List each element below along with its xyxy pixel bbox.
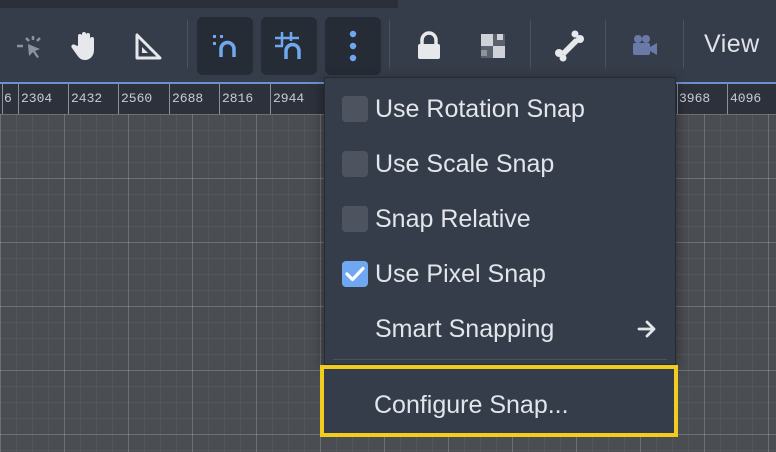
- menu-item-label: Use Rotation Snap: [375, 94, 585, 123]
- list-select-button[interactable]: [0, 17, 56, 75]
- menu-item-use-rotation-snap[interactable]: Use Rotation Snap: [325, 84, 675, 134]
- checkbox[interactable]: [342, 206, 368, 232]
- ruler-tick: [118, 84, 119, 114]
- toolbar: View: [0, 0, 776, 82]
- ruler-tick: [270, 84, 271, 114]
- submenu-arrow-icon: [637, 319, 657, 343]
- ruler-tick: [727, 84, 728, 114]
- ruler-button[interactable]: [120, 17, 176, 75]
- pan-hand-icon: [69, 30, 99, 62]
- bone-icon: [553, 30, 585, 62]
- ruler-label: 2432: [71, 91, 103, 106]
- smart-snap-icon: [210, 31, 240, 61]
- ruler-tick: [18, 84, 19, 114]
- checkbox[interactable]: [342, 96, 368, 122]
- checkbox[interactable]: [342, 151, 368, 177]
- toolbar-separator: [530, 20, 531, 68]
- lock-button[interactable]: [401, 17, 457, 75]
- group-button[interactable]: [465, 17, 521, 75]
- menu-item-label: Use Pixel Snap: [375, 259, 546, 288]
- view-menu-button[interactable]: View: [704, 30, 760, 59]
- more-options-icon: [347, 29, 359, 63]
- menu-item-use-pixel-snap[interactable]: Use Pixel Snap: [325, 249, 675, 299]
- checkmark-icon: [345, 266, 365, 282]
- ruler-tick: [169, 84, 170, 114]
- grid-snap-icon: [273, 30, 305, 62]
- menu-separator: [333, 359, 667, 360]
- pan-button[interactable]: [56, 17, 112, 75]
- ruler-label: 2688: [172, 91, 204, 106]
- ruler-label: 3968: [679, 91, 711, 106]
- group-icon: [478, 31, 508, 61]
- toolbar-separator: [605, 20, 606, 68]
- ruler-label: 2560: [121, 91, 153, 106]
- ruler-tick: [219, 84, 220, 114]
- grid-snap-toggle[interactable]: [261, 17, 317, 75]
- highlight-box: Configure Snap...: [320, 365, 678, 437]
- checkbox-checked[interactable]: [342, 261, 368, 287]
- toolbar-separator: [187, 20, 188, 68]
- menu-item-label: Smart Snapping: [375, 314, 555, 343]
- ruler-label: 6: [4, 91, 12, 106]
- toolbar-separator: [389, 20, 390, 68]
- smart-snap-toggle[interactable]: [197, 17, 253, 75]
- lock-icon: [415, 31, 443, 61]
- ruler-label: 2304: [21, 91, 53, 106]
- ruler-tick: [2, 84, 3, 114]
- menu-item-configure-snap[interactable]: Configure Snap...: [374, 391, 569, 420]
- camera-button[interactable]: [616, 17, 672, 75]
- menu-item-snap-relative[interactable]: Snap Relative: [325, 194, 675, 244]
- list-select-icon: [11, 31, 45, 61]
- camera-icon: [629, 33, 659, 59]
- ruler-tick: [677, 84, 678, 114]
- ruler-label: 4096: [730, 91, 762, 106]
- toolbar-separator: [683, 20, 684, 68]
- ruler-tick: [68, 84, 69, 114]
- menu-item-label: Use Scale Snap: [375, 149, 555, 178]
- toolbar-top-strip: [0, 0, 398, 8]
- ruler-icon: [133, 31, 163, 61]
- menu-item-use-scale-snap[interactable]: Use Scale Snap: [325, 139, 675, 189]
- snap-options-menu: Use Rotation Snap Use Scale Snap Snap Re…: [324, 77, 676, 365]
- ruler-label: 2816: [222, 91, 254, 106]
- menu-item-smart-snapping[interactable]: Smart Snapping: [325, 304, 675, 354]
- snap-options-button[interactable]: [325, 17, 381, 75]
- menu-item-label: Snap Relative: [375, 204, 531, 233]
- ruler-label: 2944: [273, 91, 305, 106]
- skeleton-button[interactable]: [541, 17, 597, 75]
